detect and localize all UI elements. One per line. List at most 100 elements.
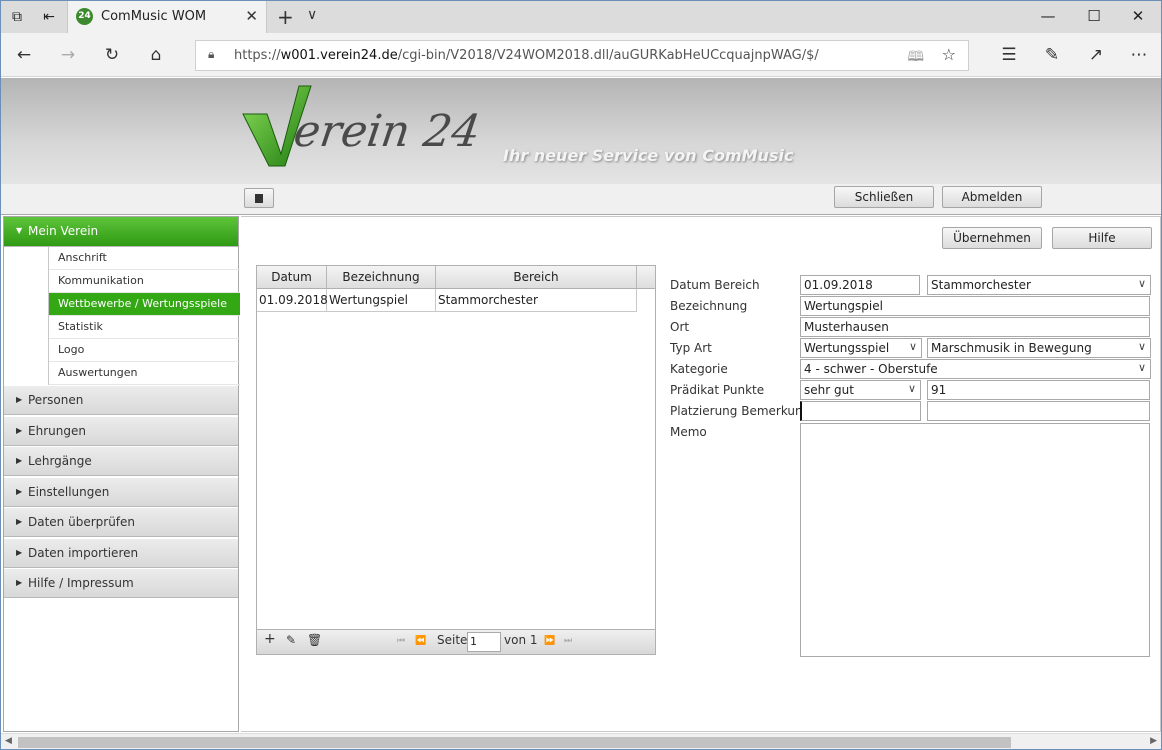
scroll-left-icon[interactable]: ◀	[5, 736, 12, 746]
close-button[interactable]: Schließen	[834, 186, 934, 208]
more-icon[interactable]: ⋯	[1127, 43, 1151, 67]
grid-header: Datum Bezeichnung Bereich	[257, 266, 655, 289]
add-icon[interactable]: +	[264, 631, 276, 647]
last-page-icon[interactable]: ⏭	[564, 636, 572, 646]
column-header-datum[interactable]: Datum	[257, 266, 327, 288]
slogan: Ihr neuer Service von ComMusic	[503, 146, 794, 165]
sidebar-section-personen[interactable]: ▶ Personen	[4, 386, 238, 415]
browser-tab[interactable]: 24 ComMusic WOM ✕	[67, 1, 267, 33]
bemerkung-field[interactable]	[927, 401, 1150, 421]
sidebar: ▼ Mein Verein Anschrift Kommunikation We…	[3, 216, 240, 732]
apply-button[interactable]: Übernehmen	[942, 227, 1042, 249]
sidebar-section-mein-verein[interactable]: ▼ Mein Verein	[4, 217, 238, 247]
prev-page-icon[interactable]: ⏪	[415, 636, 426, 646]
pen-icon[interactable]: ✎	[1040, 43, 1064, 67]
ort-field[interactable]: Musterhausen	[800, 317, 1150, 337]
chevron-down-icon: ∨	[1137, 340, 1146, 353]
sidebar-section-hilfe[interactable]: ▶ Hilfe / Impressum	[4, 569, 238, 598]
navigation-bar: ← → ↻ ⌂ 🔒︎ https://w001.verein24.de/cgi-…	[1, 33, 1161, 77]
caret-right-icon: ▶	[16, 487, 23, 496]
column-header-bereich[interactable]: Bereich	[436, 266, 637, 288]
bereich-select[interactable]: Stammorchester ∨	[927, 275, 1151, 295]
sidebar-section-daten-pruefen[interactable]: ▶ Daten überprüfen	[4, 508, 238, 537]
caret-right-icon: ▶	[16, 548, 23, 557]
address-bar[interactable]: 🔒︎ https://w001.verein24.de/cgi-bin/V201…	[195, 40, 969, 71]
chevron-down-icon: ∨	[1137, 277, 1146, 290]
sidebar-item-wettbewerbe[interactable]: Wettbewerbe / Wertungsspiele	[49, 293, 240, 316]
menu-toggle-button[interactable]	[244, 188, 274, 208]
caret-right-icon: ▶	[16, 517, 23, 526]
caret-right-icon: ▶	[16, 395, 23, 404]
page-count: von 1	[504, 633, 538, 647]
table-row[interactable]: 01.09.2018 Wertungspiel Stammorchester	[257, 289, 637, 312]
scroll-thumb[interactable]	[18, 737, 1011, 748]
main-content: Übernehmen Hilfe Datum Bezeichnung Berei…	[241, 216, 1161, 732]
maximize-icon[interactable]: ☐	[1071, 1, 1117, 33]
sidebar-item-anschrift[interactable]: Anschrift	[49, 247, 240, 270]
sidebar-item-kommunikation[interactable]: Kommunikation	[49, 270, 240, 293]
label-ort: Ort	[670, 320, 690, 334]
competitions-grid: Datum Bezeichnung Bereich 01.09.2018 Wer…	[256, 265, 656, 655]
edit-icon[interactable]: ✎	[286, 633, 296, 647]
set-aside-tabs-icon[interactable]: ⇤	[39, 7, 59, 27]
datum-field[interactable]: 01.09.2018	[800, 275, 920, 295]
grid-footer: + ✎ 🗑︎ ⏮ ⏪ Seite 1 von 1 ⏩ ⏭	[257, 629, 655, 654]
sidebar-section-lehrgaenge[interactable]: ▶ Lehrgänge	[4, 447, 238, 476]
page-input[interactable]: 1	[467, 632, 501, 652]
sidebar-section-ehrungen[interactable]: ▶ Ehrungen	[4, 417, 238, 446]
sidebar-section-einstellungen[interactable]: ▶ Einstellungen	[4, 478, 238, 507]
sidebar-section-daten-importieren[interactable]: ▶ Daten importieren	[4, 539, 238, 568]
new-tab-icon[interactable]: +	[277, 5, 294, 29]
lock-icon: 🔒︎	[208, 47, 215, 61]
logout-button[interactable]: Abmelden	[942, 186, 1042, 208]
caret-down-icon: ▼	[16, 226, 23, 235]
horizontal-scrollbar[interactable]: ◀ ▶	[1, 733, 1161, 749]
tab-manager-icon[interactable]: ⧉	[7, 7, 27, 27]
forward-icon[interactable]: →	[56, 43, 80, 67]
cell-datum: 01.09.2018	[257, 289, 328, 311]
menu-icon	[255, 194, 263, 203]
help-button[interactable]: Hilfe	[1052, 227, 1152, 249]
favorites-list-icon[interactable]: ☰	[997, 43, 1021, 67]
close-icon[interactable]: ✕	[245, 7, 258, 25]
favicon: 24	[76, 8, 93, 25]
home-icon[interactable]: ⌂	[144, 43, 168, 67]
memo-textarea[interactable]	[800, 423, 1150, 657]
next-page-icon[interactable]: ⏩	[544, 636, 555, 646]
caret-right-icon: ▶	[16, 578, 23, 587]
share-icon[interactable]: ↗	[1084, 43, 1108, 67]
browser-window: ⧉ ⇤ 24 ComMusic WOM ✕ + ∨ — ☐ ✕ ← → ↻ ⌂ …	[0, 0, 1162, 750]
caret-right-icon: ▶	[16, 426, 23, 435]
favorite-star-icon[interactable]: ☆	[942, 45, 956, 64]
chevron-down-icon[interactable]: ∨	[307, 7, 317, 23]
first-page-icon[interactable]: ⏮	[397, 636, 405, 646]
platzierung-field[interactable]	[800, 401, 921, 421]
chevron-down-icon: ∨	[1137, 361, 1146, 374]
back-icon[interactable]: ←	[12, 43, 36, 67]
column-header-bezeichnung[interactable]: Bezeichnung	[327, 266, 436, 288]
scroll-right-icon[interactable]: ▶	[1150, 736, 1157, 746]
refresh-icon[interactable]: ↻	[100, 43, 124, 67]
sidebar-item-logo[interactable]: Logo	[49, 339, 240, 362]
label-praedikat-punkte: Prädikat Punkte	[670, 383, 765, 397]
delete-icon[interactable]: 🗑︎	[307, 633, 322, 647]
typ-select[interactable]: Wertungsspiel ∨	[800, 338, 922, 358]
bezeichnung-field[interactable]: Wertungspiel	[800, 296, 1150, 316]
reading-view-icon[interactable]: 🕮︎	[907, 46, 924, 70]
punkte-field[interactable]: 91	[927, 380, 1150, 400]
praedikat-select[interactable]: sehr gut ∨	[800, 380, 921, 400]
label-kategorie: Kategorie	[670, 362, 728, 376]
label-typ-art: Typ Art	[670, 341, 712, 355]
tab-title: ComMusic WOM	[101, 9, 207, 24]
minimize-icon[interactable]: —	[1025, 1, 1071, 33]
sidebar-item-auswertungen[interactable]: Auswertungen	[49, 362, 240, 385]
cell-bereich: Stammorchester	[436, 289, 637, 311]
sidebar-subitems: Anschrift Kommunikation Wettbewerbe / We…	[48, 247, 240, 385]
label-datum-bereich: Datum Bereich	[670, 278, 760, 292]
kategorie-select[interactable]: 4 - schwer - Oberstufe ∨	[800, 359, 1151, 379]
tab-bar: ⧉ ⇤ 24 ComMusic WOM ✕ + ∨ — ☐ ✕	[1, 1, 1161, 33]
close-window-icon[interactable]: ✕	[1115, 1, 1161, 33]
art-select[interactable]: Marschmusik in Bewegung ∨	[927, 338, 1151, 358]
sidebar-item-statistik[interactable]: Statistik	[49, 316, 240, 339]
top-toolbar: Schließen Abmelden	[1, 184, 1161, 215]
